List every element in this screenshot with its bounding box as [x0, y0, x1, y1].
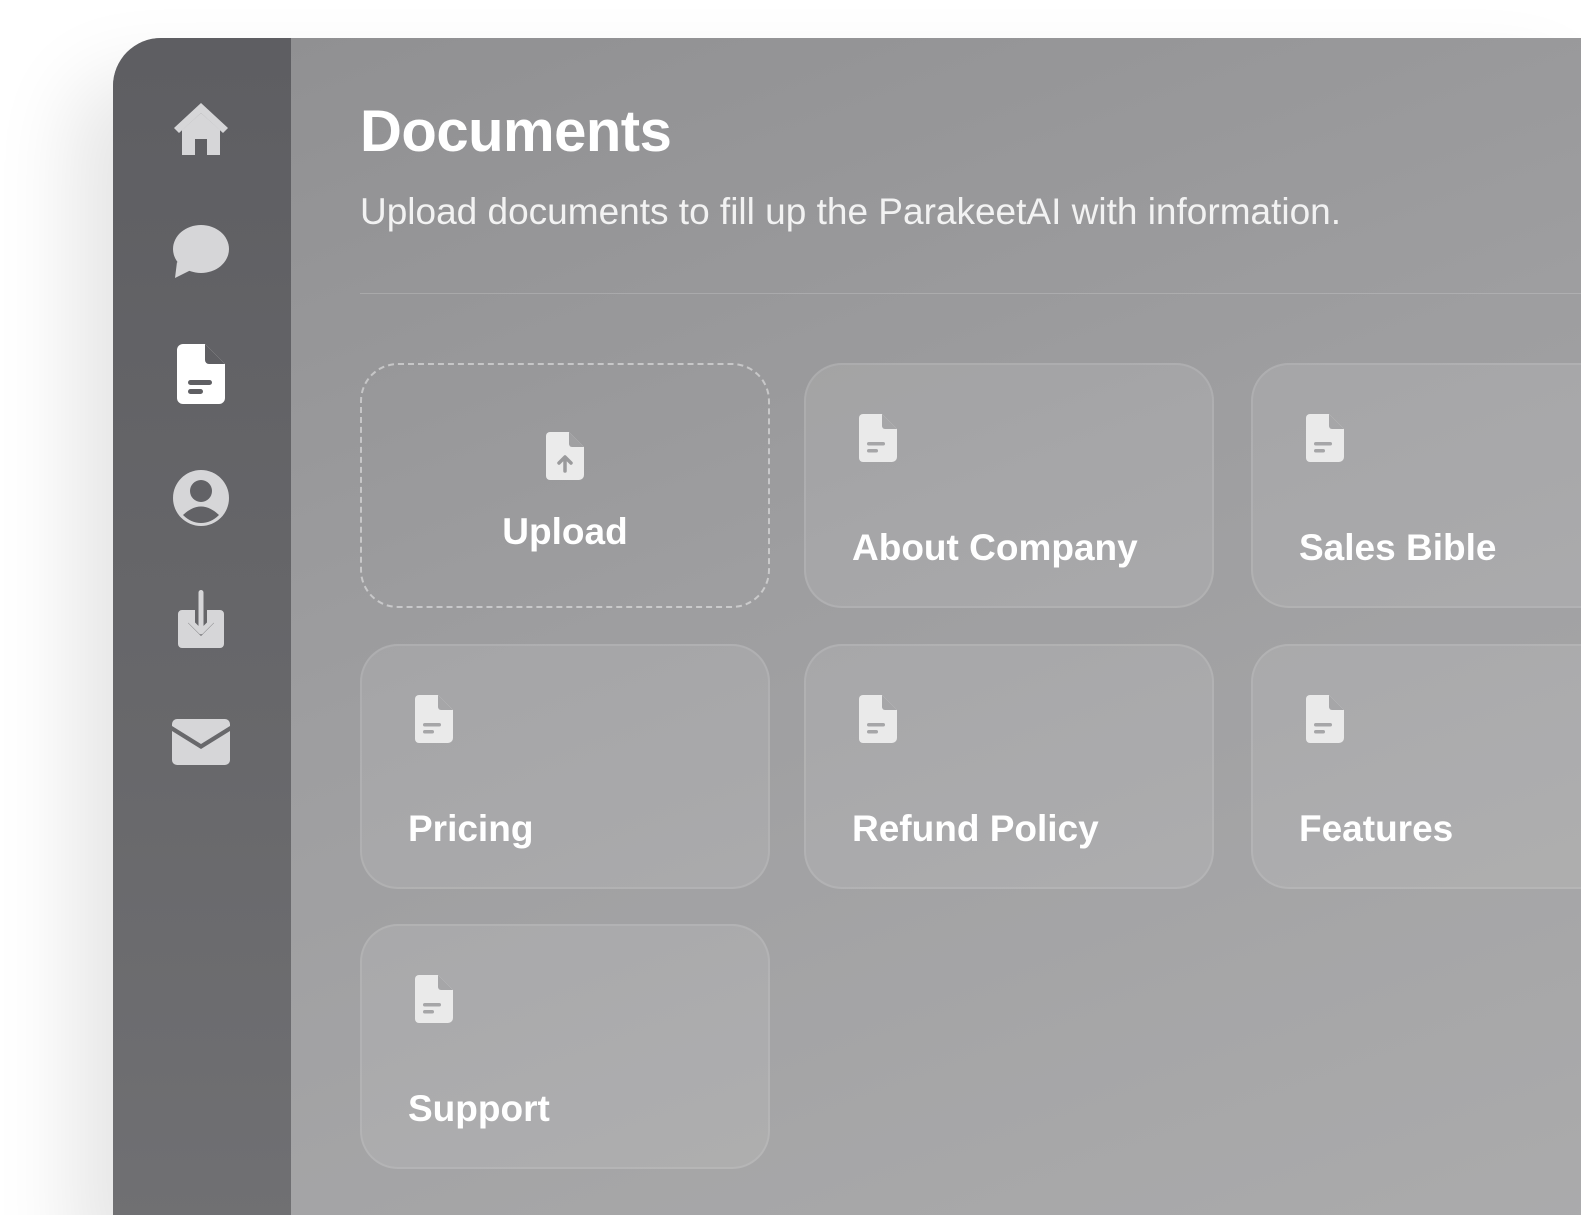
sidebar-item-profile[interactable] [169, 466, 233, 530]
stage: Documents Upload documents to fill up th… [0, 0, 1581, 1215]
card-label: Pricing [408, 808, 534, 849]
sidebar-item-documents[interactable] [169, 342, 233, 406]
chat-bubble-icon [173, 225, 229, 278]
document-card[interactable]: Features [1251, 644, 1581, 889]
document-icon [1306, 414, 1344, 462]
document-icon [177, 344, 225, 404]
document-icon [859, 414, 897, 462]
upload-card[interactable]: Upload [360, 363, 770, 608]
document-icon [859, 695, 897, 743]
card-label: Support [408, 1088, 550, 1129]
document-icon [415, 695, 453, 743]
document-card[interactable]: Pricing [360, 644, 770, 889]
card-label: Upload [502, 511, 628, 552]
page-title: Documents [360, 99, 672, 164]
mail-icon [172, 719, 230, 765]
card-label: Features [1299, 808, 1454, 849]
sidebar-item-home[interactable] [169, 96, 233, 160]
user-icon [173, 470, 229, 526]
sidebar-item-chat[interactable] [169, 220, 233, 284]
card-label: Refund Policy [852, 808, 1099, 849]
download-icon [178, 590, 224, 648]
home-icon [174, 103, 228, 155]
file-upload-icon [546, 432, 584, 480]
app-window: Documents Upload documents to fill up th… [113, 38, 1581, 1215]
sidebar-item-downloads[interactable] [169, 588, 233, 652]
card-label: Sales Bible [1299, 527, 1497, 568]
card-label: About Company [852, 527, 1138, 568]
document-card[interactable]: About Company [804, 363, 1214, 608]
document-card[interactable]: Sales Bible [1251, 363, 1581, 608]
divider [360, 293, 1581, 294]
main-content: Documents Upload documents to fill up th… [291, 38, 1581, 1215]
document-icon [1306, 695, 1344, 743]
sidebar [113, 38, 291, 1215]
document-card[interactable]: Support [360, 924, 770, 1169]
page-subtitle: Upload documents to fill up the Parakeet… [360, 191, 1342, 232]
document-card[interactable]: Refund Policy [804, 644, 1214, 889]
document-icon [415, 975, 453, 1023]
sidebar-item-mail[interactable] [169, 710, 233, 774]
